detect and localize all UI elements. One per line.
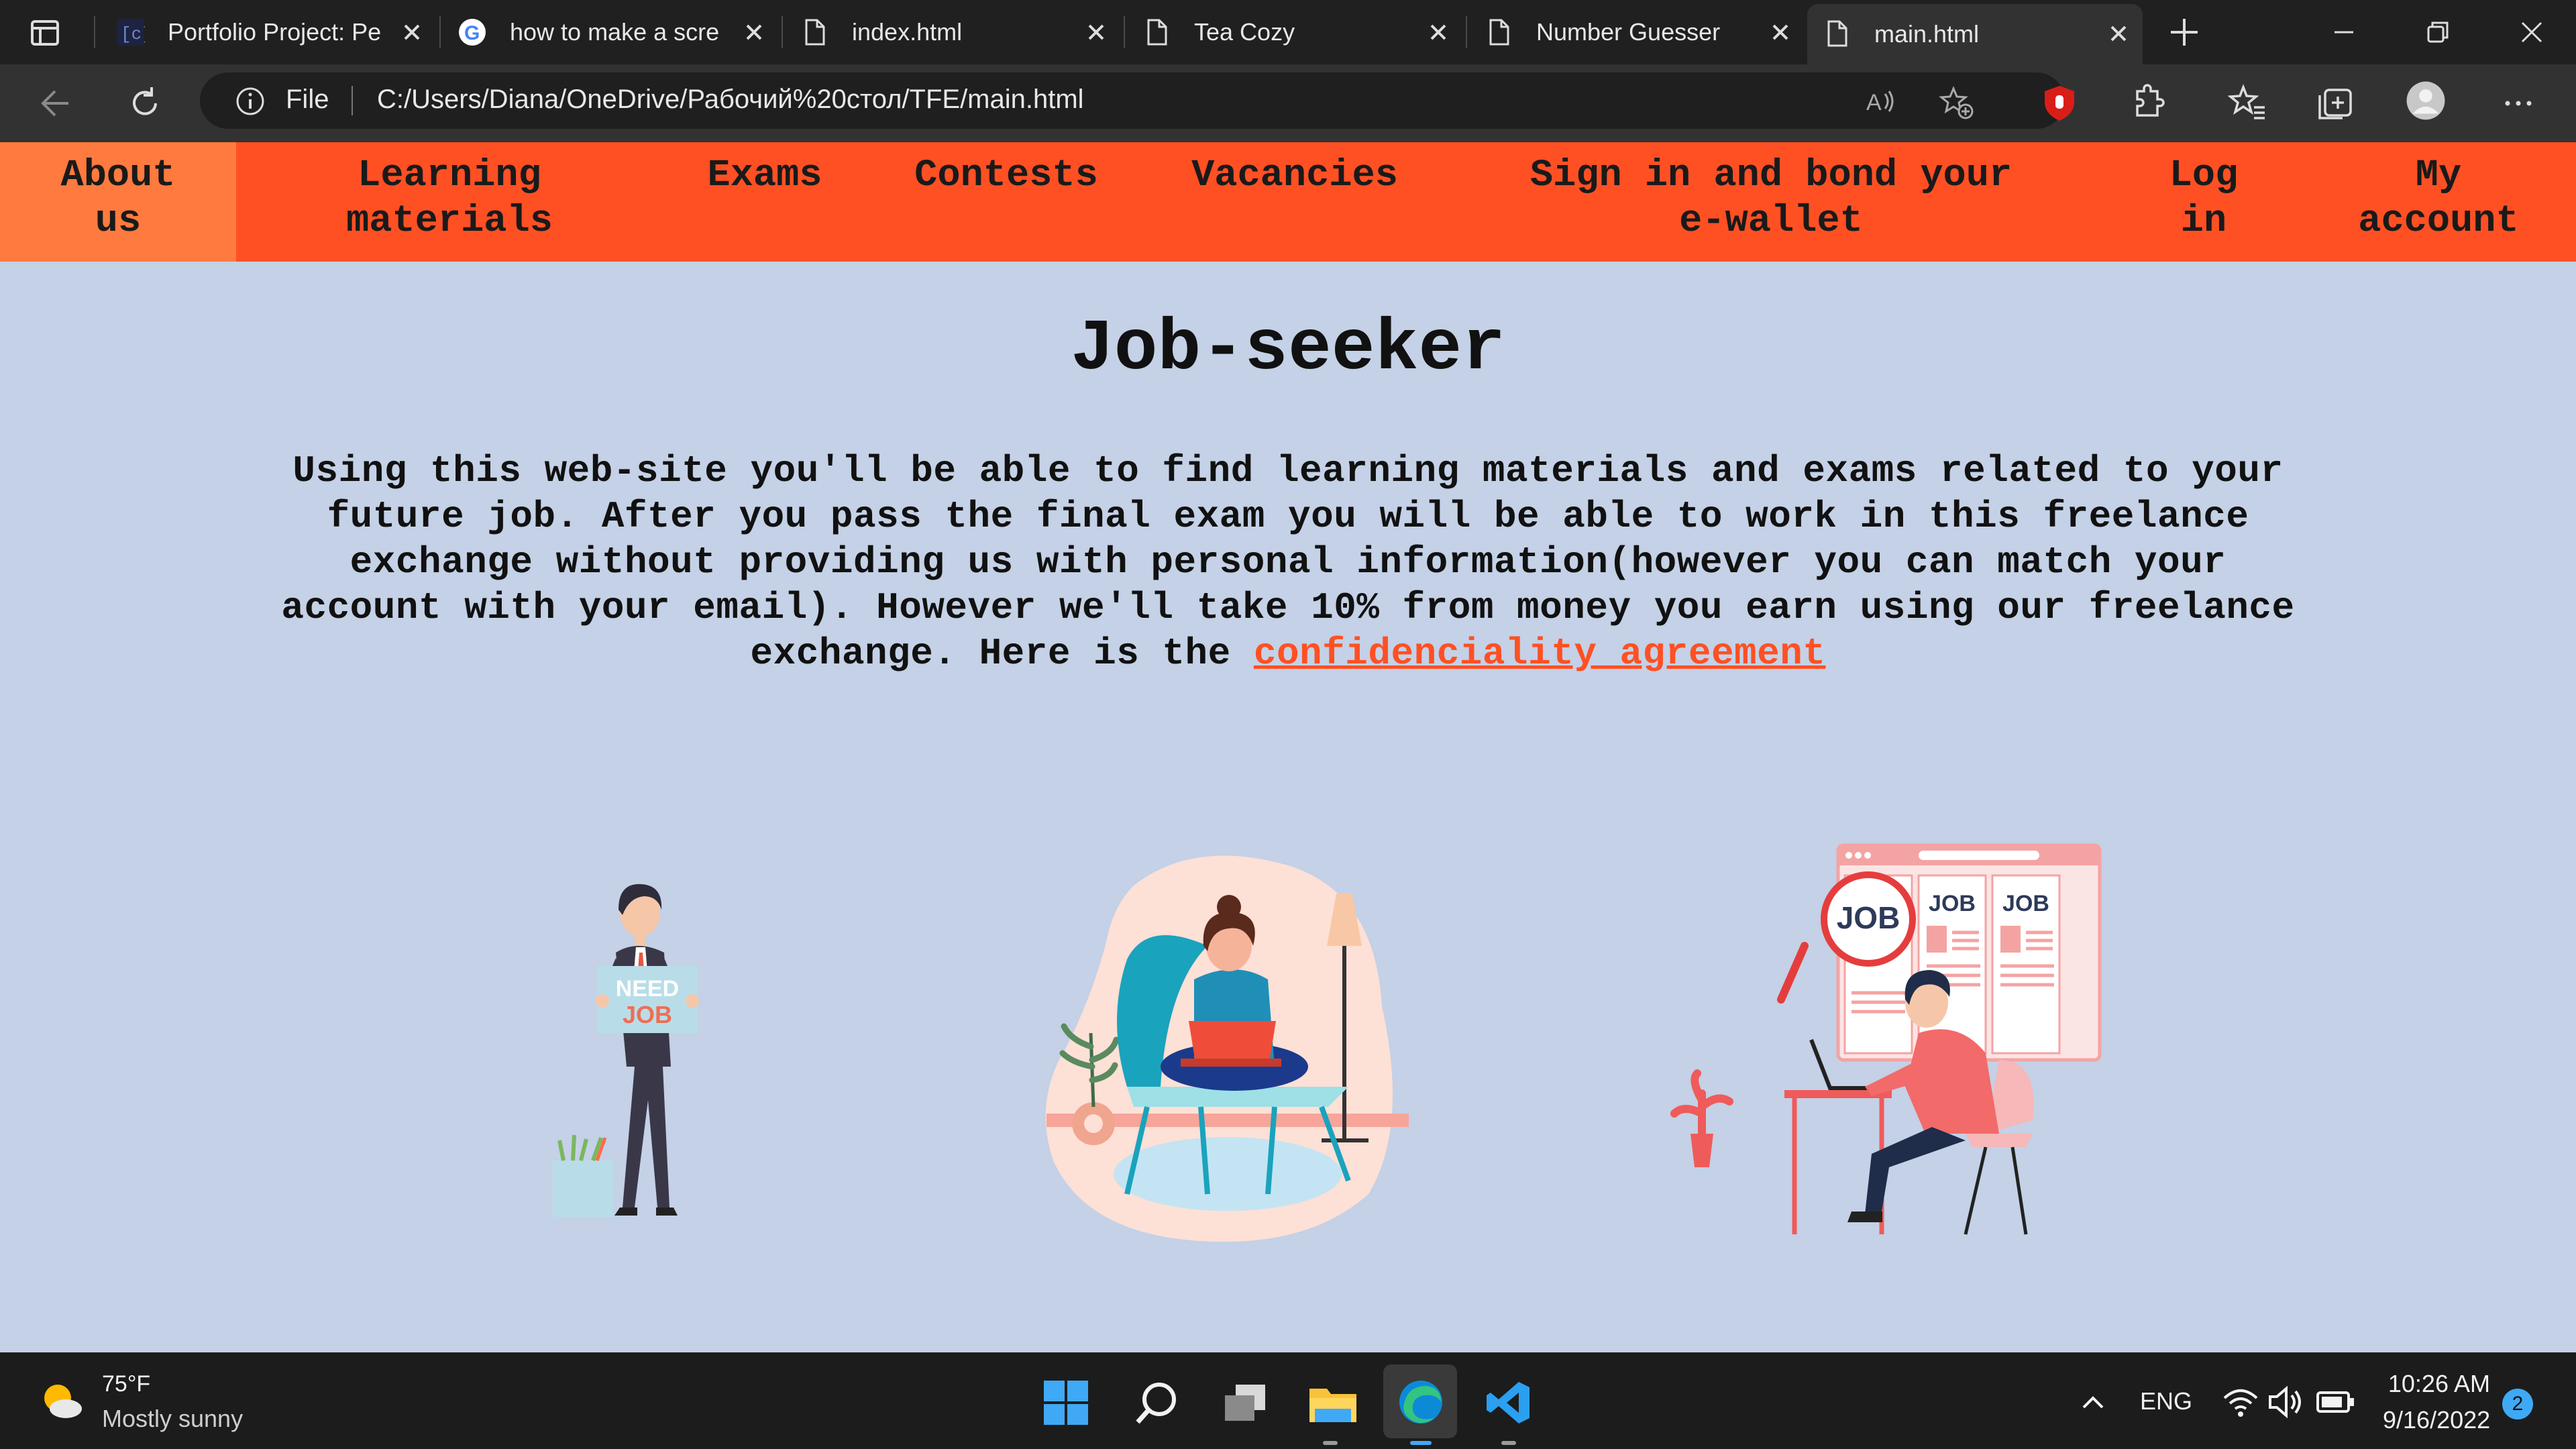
tab-main-html[interactable]: main.html: [1807, 4, 2143, 64]
sign-text-need: NEED: [616, 976, 679, 1002]
restore-icon[interactable]: [2422, 16, 2454, 48]
tab-portfolio-project[interactable]: [c] Portfolio Project: Pe: [101, 0, 436, 64]
close-tab-icon[interactable]: [1081, 17, 1111, 47]
ublock-icon[interactable]: [2038, 82, 2081, 125]
svg-text:A: A: [1866, 90, 1882, 115]
edge-icon[interactable]: [1397, 1378, 1445, 1426]
task-view-icon[interactable]: [1222, 1382, 1269, 1424]
intro-paragraph: Using this web-site you'll be able to fi…: [268, 448, 2308, 676]
weather-temperature[interactable]: 75°F: [102, 1371, 150, 1397]
extensions-icon[interactable]: [2125, 82, 2168, 125]
job-search-illustration: JOB JOB JOB: [1670, 843, 2102, 1235]
notification-badge[interactable]: 2: [2502, 1389, 2533, 1419]
file-icon: [1147, 19, 1167, 46]
tab-google-search[interactable]: G how to make a scre: [443, 0, 778, 64]
tab-title: Number Guesser: [1536, 18, 1721, 46]
add-favorite-icon[interactable]: [1939, 85, 1975, 121]
battery-icon[interactable]: [2316, 1389, 2356, 1415]
nav-log-in[interactable]: Log in: [2127, 153, 2281, 244]
close-tab-icon[interactable]: [1424, 17, 1453, 47]
browser-toolbar: File C:/Users/Diana/OneDrive/Рабочий%20с…: [0, 64, 2576, 142]
job-card-label: JOB: [2002, 891, 2049, 916]
wifi-icon[interactable]: [2222, 1386, 2259, 1418]
google-favicon: G: [459, 19, 486, 46]
profile-icon[interactable]: [2404, 79, 2447, 122]
windows-taskbar: 75°F Mostly sunny ENG 10:26 AM 9/16/2022…: [0, 1352, 2576, 1449]
close-tab-icon[interactable]: [739, 17, 769, 47]
tab-title: Portfolio Project: Pe: [168, 18, 382, 46]
scheme-label: File: [286, 85, 329, 114]
page-title: Job-seeker: [1070, 309, 1506, 390]
job-seeker-illustration: NEED JOB: [553, 883, 699, 1217]
tab-number-guesser[interactable]: Number Guesser: [1469, 0, 1805, 64]
info-icon[interactable]: [235, 86, 266, 117]
file-icon: [1489, 19, 1509, 46]
favorites-icon[interactable]: [2226, 82, 2269, 125]
svg-text:G: G: [464, 22, 480, 44]
clock-time[interactable]: 10:26 AM: [2383, 1370, 2490, 1398]
tab-title: Tea Cozy: [1194, 18, 1295, 46]
svg-text:[c]: [c]: [121, 24, 145, 44]
volume-icon[interactable]: [2267, 1386, 2304, 1418]
chevron-up-icon[interactable]: [2080, 1390, 2106, 1414]
sign-text-job: JOB: [623, 1001, 672, 1028]
remote-worker-illustration: [1045, 855, 1409, 1242]
magnified-job-label: JOB: [1837, 900, 1900, 935]
nav-my-account[interactable]: My account: [2328, 153, 2549, 244]
file-icon: [1827, 20, 1847, 47]
back-icon[interactable]: [35, 82, 78, 125]
weather-partly-sunny-icon[interactable]: [39, 1379, 86, 1422]
search-icon[interactable]: [1134, 1379, 1181, 1426]
tab-actions-icon[interactable]: [30, 17, 62, 50]
tab-title: how to make a scre: [510, 18, 720, 46]
site-navigation: About us Learning materials Exams Contes…: [0, 142, 2576, 262]
nav-about-us[interactable]: About us: [0, 153, 236, 244]
job-card-label: JOB: [1929, 891, 1976, 916]
nav-exams[interactable]: Exams: [691, 153, 839, 199]
close-tab-icon[interactable]: [2104, 19, 2133, 48]
file-explorer-icon[interactable]: [1308, 1382, 1358, 1424]
start-icon[interactable]: [1042, 1379, 1089, 1426]
tab-title: index.html: [852, 18, 963, 46]
nav-learning-materials[interactable]: Learning materials: [315, 153, 584, 244]
refresh-icon[interactable]: [123, 82, 166, 125]
read-aloud-icon[interactable]: A: [1864, 85, 1897, 118]
new-tab-icon[interactable]: [2167, 15, 2202, 50]
vscode-icon[interactable]: [1485, 1379, 1532, 1426]
url-text[interactable]: C:/Users/Diana/OneDrive/Рабочий%20стол/T…: [377, 85, 1084, 115]
close-window-icon[interactable]: [2516, 16, 2548, 48]
nav-contests[interactable]: Contests: [892, 153, 1120, 199]
weather-description[interactable]: Mostly sunny: [102, 1405, 243, 1433]
browser-tab-bar: [c] Portfolio Project: Pe G how to make …: [0, 0, 2576, 64]
address-bar[interactable]: File C:/Users/Diana/OneDrive/Рабочий%20с…: [200, 72, 2065, 129]
codecademy-favicon: [c]: [117, 19, 145, 46]
language-indicator[interactable]: ENG: [2140, 1387, 2192, 1415]
close-tab-icon[interactable]: [397, 17, 427, 47]
minimize-icon[interactable]: [2328, 16, 2360, 48]
nav-sign-in-e-wallet[interactable]: Sign in and bond your e-wallet: [1503, 153, 2039, 244]
confidentiality-agreement-link[interactable]: confidenciality agreement: [1254, 632, 1826, 675]
tab-title: main.html: [1874, 20, 1980, 48]
more-icon[interactable]: [2497, 82, 2540, 125]
tab-tea-cozy[interactable]: Tea Cozy: [1127, 0, 1462, 64]
file-icon: [805, 19, 825, 46]
nav-vacancies[interactable]: Vacancies: [1167, 153, 1422, 199]
collections-icon[interactable]: [2313, 82, 2356, 125]
close-tab-icon[interactable]: [1766, 17, 1795, 47]
tab-index-html[interactable]: index.html: [785, 0, 1120, 64]
clock-date[interactable]: 9/16/2022: [2383, 1406, 2490, 1434]
